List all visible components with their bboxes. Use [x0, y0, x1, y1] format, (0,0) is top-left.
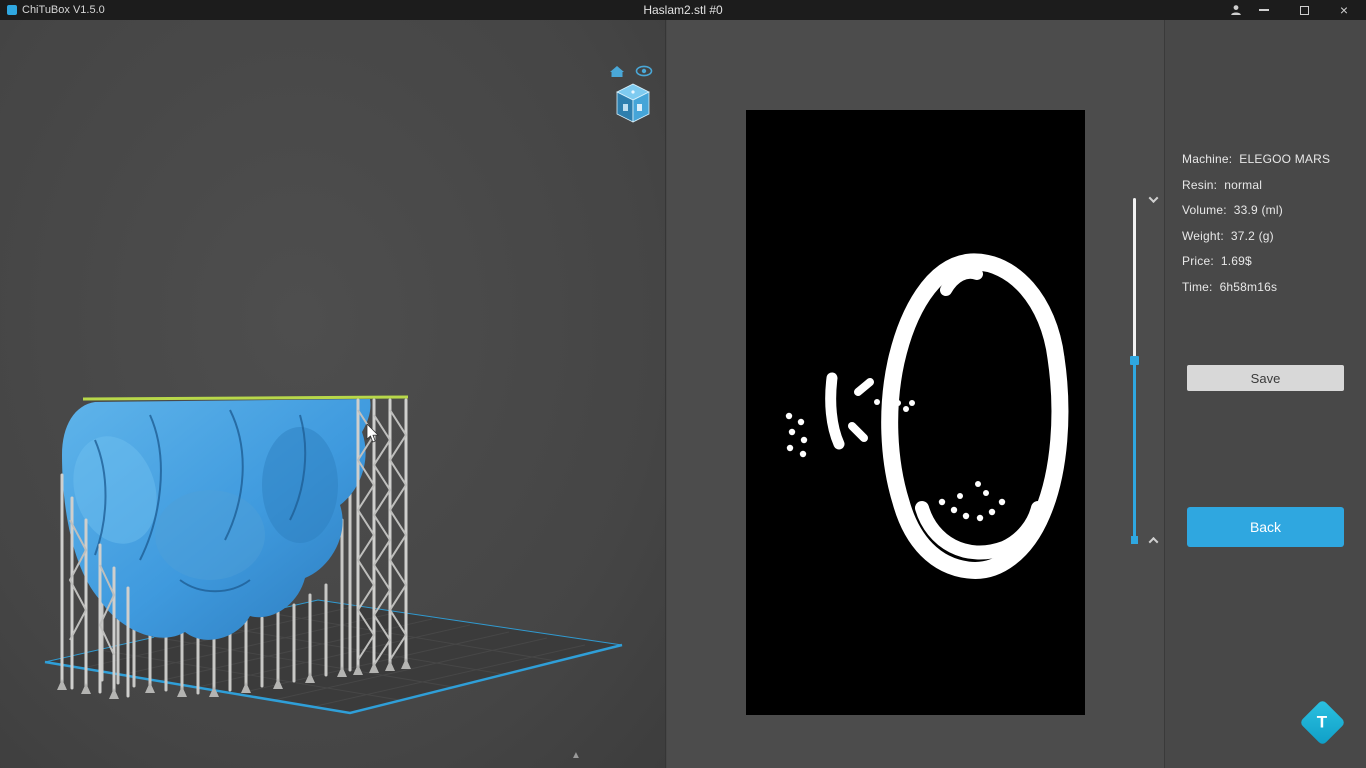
volume-label: Volume:	[1182, 203, 1227, 217]
save-button[interactable]: Save	[1187, 365, 1344, 391]
minimize-icon	[1259, 9, 1269, 11]
model-mesh	[62, 395, 409, 640]
close-button[interactable]: ×	[1332, 0, 1356, 20]
weight-value: 37.2 (g)	[1230, 228, 1274, 243]
resin-value: normal	[1224, 177, 1263, 192]
eye-icon	[635, 65, 653, 77]
document-title: Haslam2.stl #0	[643, 3, 723, 17]
machine-label: Machine:	[1182, 152, 1233, 166]
minimize-button[interactable]	[1252, 0, 1276, 20]
chevron-up-icon	[1148, 536, 1158, 547]
view-cube[interactable]	[608, 62, 660, 132]
slider-track-lower	[1133, 361, 1136, 539]
weight-label: Weight:	[1182, 228, 1224, 243]
chevron-down-icon	[1148, 192, 1158, 203]
user-account-icon[interactable]	[1224, 0, 1248, 20]
main-area: ▲ Machine: ELEGOO MARS Resin: normal Volum…	[0, 20, 1366, 768]
print-info-panel: Machine: ELEGOO MARS Resin: normal Volume:…	[1164, 20, 1366, 768]
layer-up-button[interactable]	[1145, 532, 1161, 548]
time-label: Time:	[1182, 279, 1213, 294]
info-row-resin: Resin: normal	[1182, 173, 1330, 199]
slice-preview	[746, 110, 1085, 715]
maximize-button[interactable]	[1292, 0, 1316, 20]
back-button[interactable]: Back	[1187, 507, 1344, 547]
title-bar: ChiTuBox V1.5.0 Haslam2.stl #0 ×	[0, 0, 1366, 20]
resin-label: Resin:	[1182, 177, 1218, 192]
volume-value: 33.9 (ml)	[1233, 203, 1283, 217]
info-row-volume: Volume: 33.9 (ml)	[1182, 198, 1330, 224]
maximize-icon	[1299, 5, 1309, 15]
info-row-price: Price: 1.69$	[1182, 249, 1330, 275]
slice-preview-panel: ▲	[571, 20, 1164, 768]
layer-down-button[interactable]	[1145, 191, 1161, 207]
time-value: 6h58m16s	[1219, 279, 1278, 294]
app-window: ChiTuBox V1.5.0 Haslam2.stl #0 × ▲ Machi…	[0, 0, 1366, 768]
expand-bottom-panel-button[interactable]: ▲	[571, 750, 581, 761]
machine-value: ELEGOO MARS	[1239, 152, 1331, 166]
watermark-letter: T	[1317, 712, 1328, 732]
price-value: 1.69$	[1220, 254, 1252, 268]
price-label: Price:	[1182, 254, 1214, 268]
cube-icon	[616, 83, 650, 123]
close-icon: ×	[1339, 2, 1349, 18]
print-scene	[44, 395, 623, 715]
info-row-machine: Machine: ELEGOO MARS	[1182, 147, 1330, 173]
slider-track-upper	[1133, 198, 1136, 361]
watermark-logo: T	[1299, 699, 1346, 746]
viewport-3d[interactable]	[0, 20, 666, 768]
print-info-block: Machine: ELEGOO MARS Resin: normal Volume:…	[1182, 147, 1330, 300]
slider-end-cap	[1131, 536, 1138, 544]
info-row-time: Time: 6h58m16s	[1182, 275, 1330, 301]
info-row-weight: Weight: 37.2 (g)	[1182, 224, 1330, 250]
layer-slider[interactable]	[1129, 198, 1140, 545]
home-icon	[610, 66, 624, 77]
slider-handle[interactable]	[1130, 356, 1139, 365]
